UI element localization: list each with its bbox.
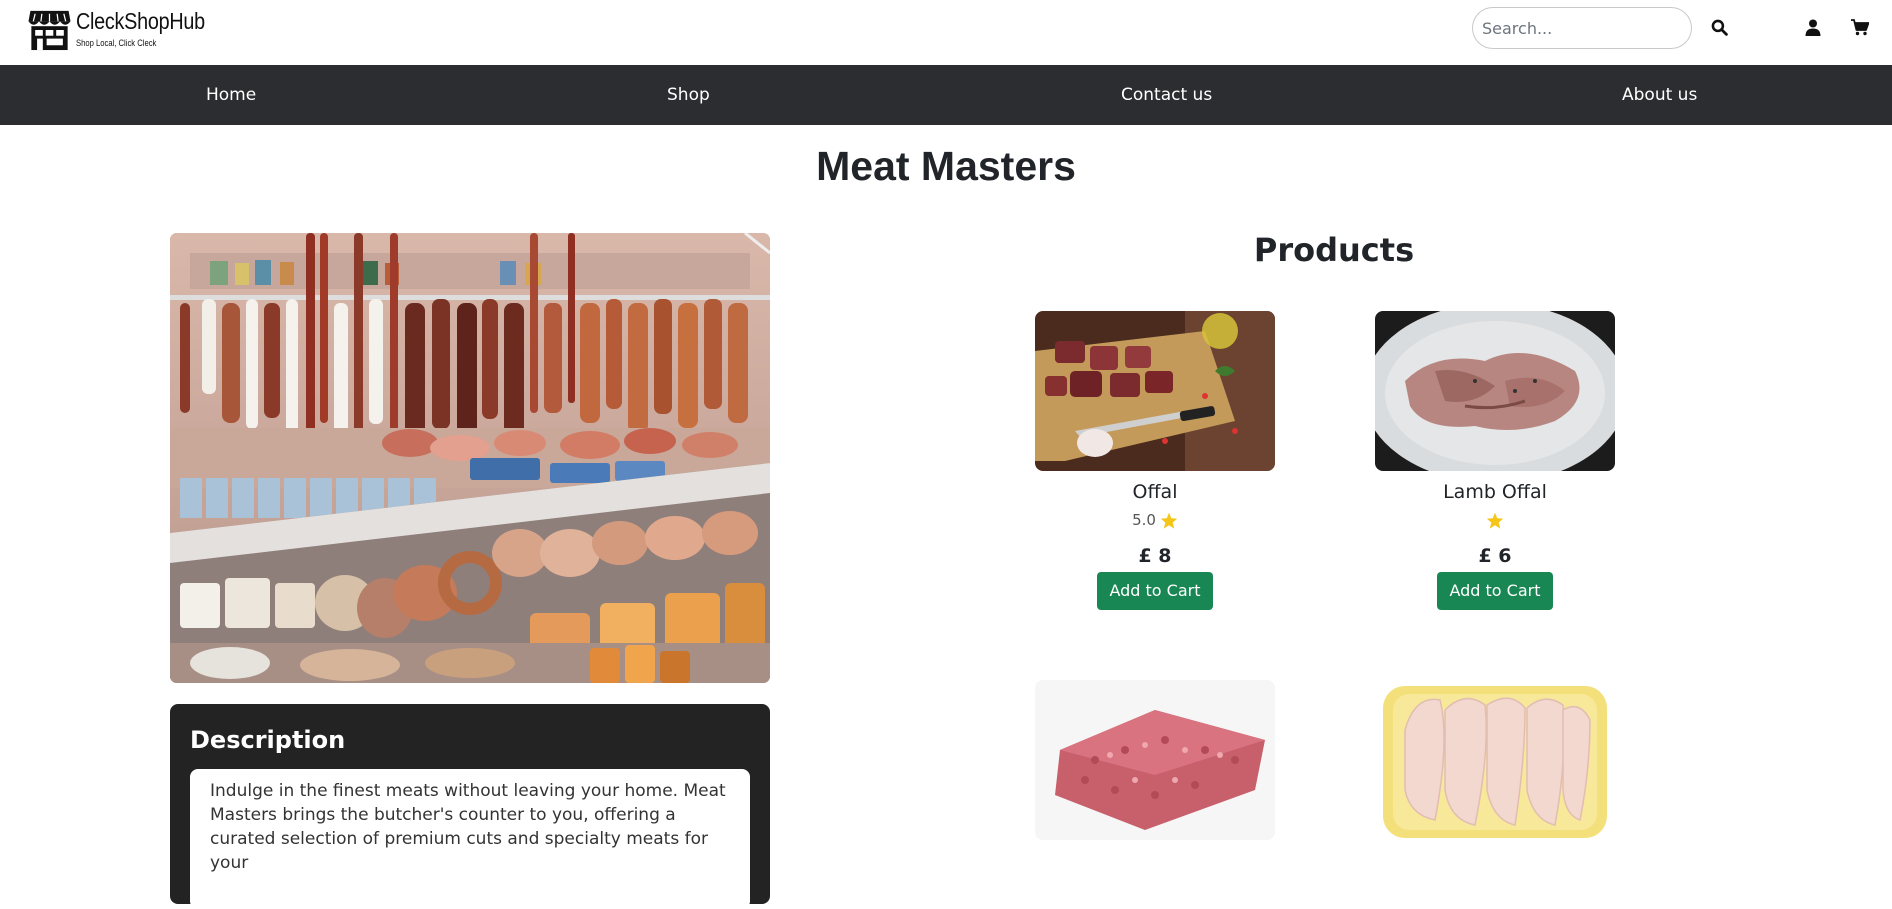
brand-logo[interactable]: CleckShopHub Shop Local, Click Cleck: [27, 9, 226, 51]
brand-tagline: Shop Local, Click Cleck: [76, 38, 157, 48]
add-to-cart-button[interactable]: Add to Cart: [1097, 572, 1213, 610]
nav-shop[interactable]: Shop: [667, 65, 710, 125]
brand-name: CleckShopHub: [76, 8, 205, 34]
search-icon: [1711, 19, 1728, 36]
star-icon: [1160, 512, 1178, 529]
product-name[interactable]: Offal: [1035, 481, 1275, 503]
description-card: Description Indulge in the finest meats …: [170, 704, 770, 909]
product-card: Lamb Offal £ 6 Add to Cart: [1375, 311, 1615, 610]
product-image[interactable]: [1375, 680, 1615, 840]
product-price: £ 8: [1138, 545, 1172, 567]
cart-button[interactable]: [1848, 16, 1872, 38]
search-input[interactable]: [1472, 7, 1692, 49]
cart-icon: [1851, 18, 1869, 35]
product-rating: [1375, 503, 1615, 537]
page-title: Meat Masters: [816, 143, 1076, 189]
product-price: £ 6: [1478, 545, 1512, 567]
product-image[interactable]: [1375, 311, 1615, 471]
product-name[interactable]: Lamb Offal: [1375, 481, 1615, 503]
add-to-cart-button[interactable]: Add to Cart: [1437, 572, 1553, 610]
rating-value: 5.0: [1132, 511, 1156, 529]
product-card: [1375, 680, 1615, 840]
nav-contact-us[interactable]: Contact us: [1121, 65, 1212, 125]
user-icon: [1805, 19, 1821, 36]
storefront-icon: [28, 10, 71, 51]
nav-about-us[interactable]: About us: [1622, 65, 1697, 125]
product-card: Offal 5.0 £ 8 Add to Cart: [1035, 311, 1275, 610]
search-button[interactable]: [1708, 16, 1730, 38]
product-rating: 5.0: [1035, 503, 1275, 537]
star-icon: [1486, 512, 1504, 529]
products-heading: Products: [1253, 231, 1415, 269]
product-card: [1035, 680, 1275, 840]
main-nav: Home Shop Contact us About us: [0, 65, 1892, 125]
description-heading: Description: [190, 726, 346, 754]
description-text: Indulge in the finest meats without leav…: [190, 769, 750, 909]
shop-banner-image: [170, 233, 770, 683]
account-button[interactable]: [1802, 16, 1824, 38]
product-image[interactable]: [1035, 680, 1275, 840]
nav-home[interactable]: Home: [206, 65, 256, 125]
product-image[interactable]: [1035, 311, 1275, 471]
top-header: CleckShopHub Shop Local, Click Cleck: [0, 0, 1892, 65]
